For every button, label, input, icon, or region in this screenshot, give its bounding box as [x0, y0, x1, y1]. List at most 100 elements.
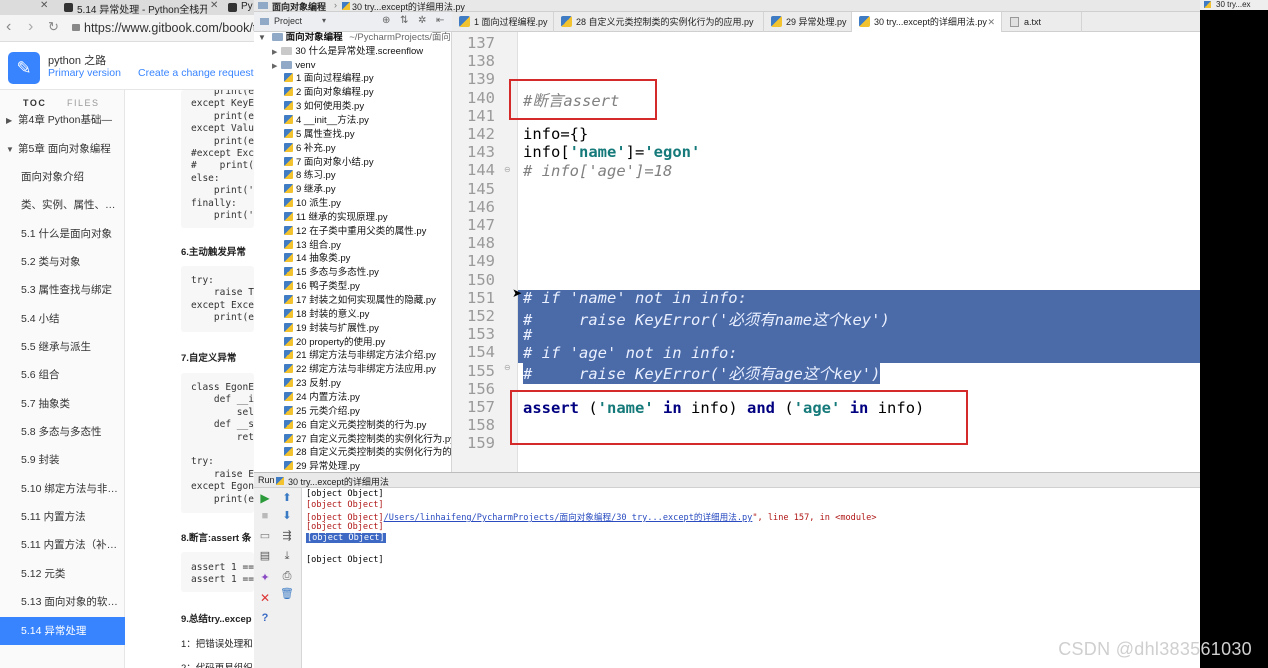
toc-item[interactable]: 5.8 多态与多态性 — [0, 418, 125, 446]
toc-item[interactable]: 5.1 什么是面向对象 — [0, 220, 125, 248]
fold-marker-icon[interactable]: ⊖ — [504, 165, 511, 174]
tree-file-item[interactable]: 23 反射.py — [284, 377, 341, 391]
far-tab[interactable]: 30 try...ex — [1200, 0, 1268, 10]
toc-item[interactable]: 5.2 类与对象 — [0, 248, 125, 276]
soft-wrap-icon[interactable]: ⇶ — [280, 530, 294, 544]
hide-panel-icon[interactable]: ⇤ — [436, 15, 444, 26]
toc-item[interactable]: 5.14 异常处理 — [0, 617, 125, 645]
traceback-file-link[interactable]: /Users/linhaifeng/PycharmProjects/面向对象编程… — [384, 513, 753, 523]
toc-item[interactable]: 5.13 面向对象的软… — [0, 588, 125, 616]
tree-file-item[interactable]: 18 封装的意义.py — [284, 308, 369, 322]
toc-item[interactable]: 5.4 小结 — [0, 305, 125, 333]
project-view-dropdown[interactable]: Project — [274, 16, 302, 26]
tree-item-label: 8 练习.py — [296, 170, 336, 182]
run-config-name[interactable]: 30 try...except的详细用法 — [288, 475, 389, 488]
tree-file-item[interactable]: 10 派生.py — [284, 197, 341, 211]
fold-marker-icon[interactable]: ⊖ — [504, 363, 511, 372]
tree-file-item[interactable]: 27 自定义元类控制类的实例化行为.py — [284, 433, 451, 447]
tree-file-item[interactable]: 28 自定义元类控制类的实例化行为的 — [284, 446, 452, 460]
tree-file-item[interactable]: 22 绑定方法与非绑定方法应用.py — [284, 363, 436, 377]
book-title[interactable]: python 之路 — [48, 52, 106, 68]
toc-item[interactable]: 5.10 绑定方法与非… — [0, 475, 125, 503]
browser-tab-second[interactable]: Py — [241, 1, 253, 12]
help-icon[interactable]: ? — [258, 612, 272, 626]
editor-tab[interactable]: 28 自定义元类控制类的实例化行为的应用.py — [554, 12, 764, 32]
pin-icon[interactable]: ✦ — [258, 572, 272, 586]
python-file-icon — [342, 2, 350, 10]
browser-tab-close-icon[interactable]: ✕ — [40, 0, 48, 11]
tree-file-item[interactable]: 21 绑定方法与非绑定方法介绍.py — [284, 349, 436, 363]
run-label[interactable]: Run — [258, 475, 275, 485]
toc-item[interactable]: 5.6 组合 — [0, 361, 125, 389]
tree-file-item[interactable]: 8 练习.py — [284, 169, 336, 183]
editor-tab[interactable]: 1 面向过程编程.py — [452, 12, 554, 32]
collapse-icon[interactable]: ⇅ — [400, 15, 408, 26]
url-field[interactable]: https://www.gitbook.com/book/triad — [84, 21, 254, 35]
toc-item[interactable]: 类、实例、属性、… — [0, 191, 125, 219]
close-icon[interactable]: ✕ — [987, 12, 995, 32]
editor-tab[interactable]: a.txt — [1002, 12, 1082, 32]
print-icon[interactable]: ▤ — [258, 550, 272, 564]
tree-root[interactable]: ▼ 面向对象编程 ~/PycharmProjects/面向 — [258, 32, 451, 45]
toc-item[interactable]: 面向对象介绍 — [0, 163, 125, 191]
code-editor[interactable]: #断言assert info={} info['name']='egon' # … — [509, 32, 1200, 472]
tree-file-item[interactable]: 24 内置方法.py — [284, 391, 360, 405]
tree-file-item[interactable]: 6 补充.py — [284, 142, 336, 156]
forward-arrow-icon[interactable]: › — [28, 18, 33, 36]
tree-item-label: 6 补充.py — [296, 142, 336, 154]
tree-file-item[interactable]: 29 异常处理.py — [284, 460, 360, 472]
tree-file-item[interactable]: 26 自定义元类控制类的行为.py — [284, 419, 426, 433]
toc-item-label: 5.11 内置方法（补… — [21, 539, 118, 551]
browser-tab-close-icon[interactable]: ✕ — [210, 0, 218, 11]
tree-file-item[interactable]: 5 属性查找.py — [284, 128, 355, 142]
tree-file-item[interactable]: 25 元类介绍.py — [284, 405, 360, 419]
tree-file-item[interactable]: 14 抽象类.py — [284, 252, 350, 266]
toc-item[interactable]: 5.7 抽象类 — [0, 390, 125, 418]
trash-icon[interactable]: 🗑 — [280, 588, 294, 602]
close-icon[interactable]: ✕ — [258, 592, 272, 606]
tree-file-item[interactable]: 15 多态与多态性.py — [284, 266, 379, 280]
tree-file-item[interactable]: 20 property的使用.py — [284, 336, 385, 350]
sync-icon[interactable]: ⊕ — [382, 15, 390, 26]
toc-item[interactable]: 5.12 元类 — [0, 560, 125, 588]
tree-folder-item[interactable]: ▶ 30 什么是异常处理.screenflow — [272, 45, 423, 59]
create-change-request-link[interactable]: Create a change request — [138, 67, 254, 79]
tree-file-item[interactable]: 1 面向过程编程.py — [284, 72, 374, 86]
toc-item[interactable]: 5.9 封装 — [0, 446, 125, 474]
tree-file-item[interactable]: 4 __init__方法.py — [284, 114, 369, 128]
toc-item[interactable]: 5.5 继承与派生 — [0, 333, 125, 361]
reload-icon[interactable]: ↻ — [48, 19, 59, 35]
toc-item[interactable]: 5.11 内置方法（补… — [0, 531, 125, 559]
tree-file-item[interactable]: 3 如何使用类.py — [284, 100, 364, 114]
tree-file-item[interactable]: 11 继承的实现原理.py — [284, 211, 388, 225]
toc-item[interactable]: ▶ 第4章 Python基础— — [0, 106, 125, 134]
tree-folder-item[interactable]: ▶ venv — [272, 59, 315, 73]
tree-file-item[interactable]: 16 鸭子类型.py — [284, 280, 360, 294]
back-arrow-icon[interactable]: ‹ — [6, 18, 11, 36]
tree-file-item[interactable]: 19 封装与扩展性.py — [284, 322, 379, 336]
tree-file-item[interactable]: 2 面向对象编程.py — [284, 86, 374, 100]
tree-file-item[interactable]: 9 继承.py — [284, 183, 336, 197]
tree-file-item[interactable]: 17 封装之如何实现属性的隐藏.py — [284, 294, 436, 308]
scroll-up-icon[interactable]: ⬆ — [280, 492, 294, 506]
code-block-text: try: raise Texcept Excep print(e — [191, 275, 254, 325]
scroll-to-end-icon[interactable]: ⤓ — [280, 550, 294, 564]
tree-file-item[interactable]: 7 面向对象小结.py — [284, 156, 374, 170]
editor-tab[interactable]: 29 异常处理.py — [764, 12, 852, 32]
chevron-down-icon[interactable]: ▾ — [322, 16, 326, 25]
tree-file-item[interactable]: 12 在子类中重用父类的属性.py — [284, 225, 426, 239]
printer-icon[interactable]: ⎙ — [280, 570, 294, 584]
browser-tab-active[interactable]: 5.14 异常处理 - Python全栈开发 — [77, 1, 207, 16]
toc-item[interactable]: ▼ 第5章 面向对象编程 — [0, 135, 125, 163]
stop-icon[interactable]: ■ — [258, 510, 272, 524]
primary-version-link[interactable]: Primary version — [48, 67, 121, 79]
toc-item[interactable]: 5.11 内置方法 — [0, 503, 125, 531]
toc-item[interactable]: 5.3 属性查找与绑定 — [0, 276, 125, 304]
gear-icon[interactable]: ✲ — [418, 15, 426, 26]
tree-file-item[interactable]: 13 组合.py — [284, 239, 341, 253]
editor-tab-active[interactable]: 30 try...except的详细用法.py ✕ — [852, 12, 1002, 32]
scroll-down-icon[interactable]: ⬇ — [280, 510, 294, 524]
tree-item-label: 28 自定义元类控制类的实例化行为的 — [296, 447, 452, 459]
rerun-icon[interactable]: ▶ — [258, 492, 272, 506]
restore-layout-icon[interactable]: ▭ — [258, 530, 272, 544]
